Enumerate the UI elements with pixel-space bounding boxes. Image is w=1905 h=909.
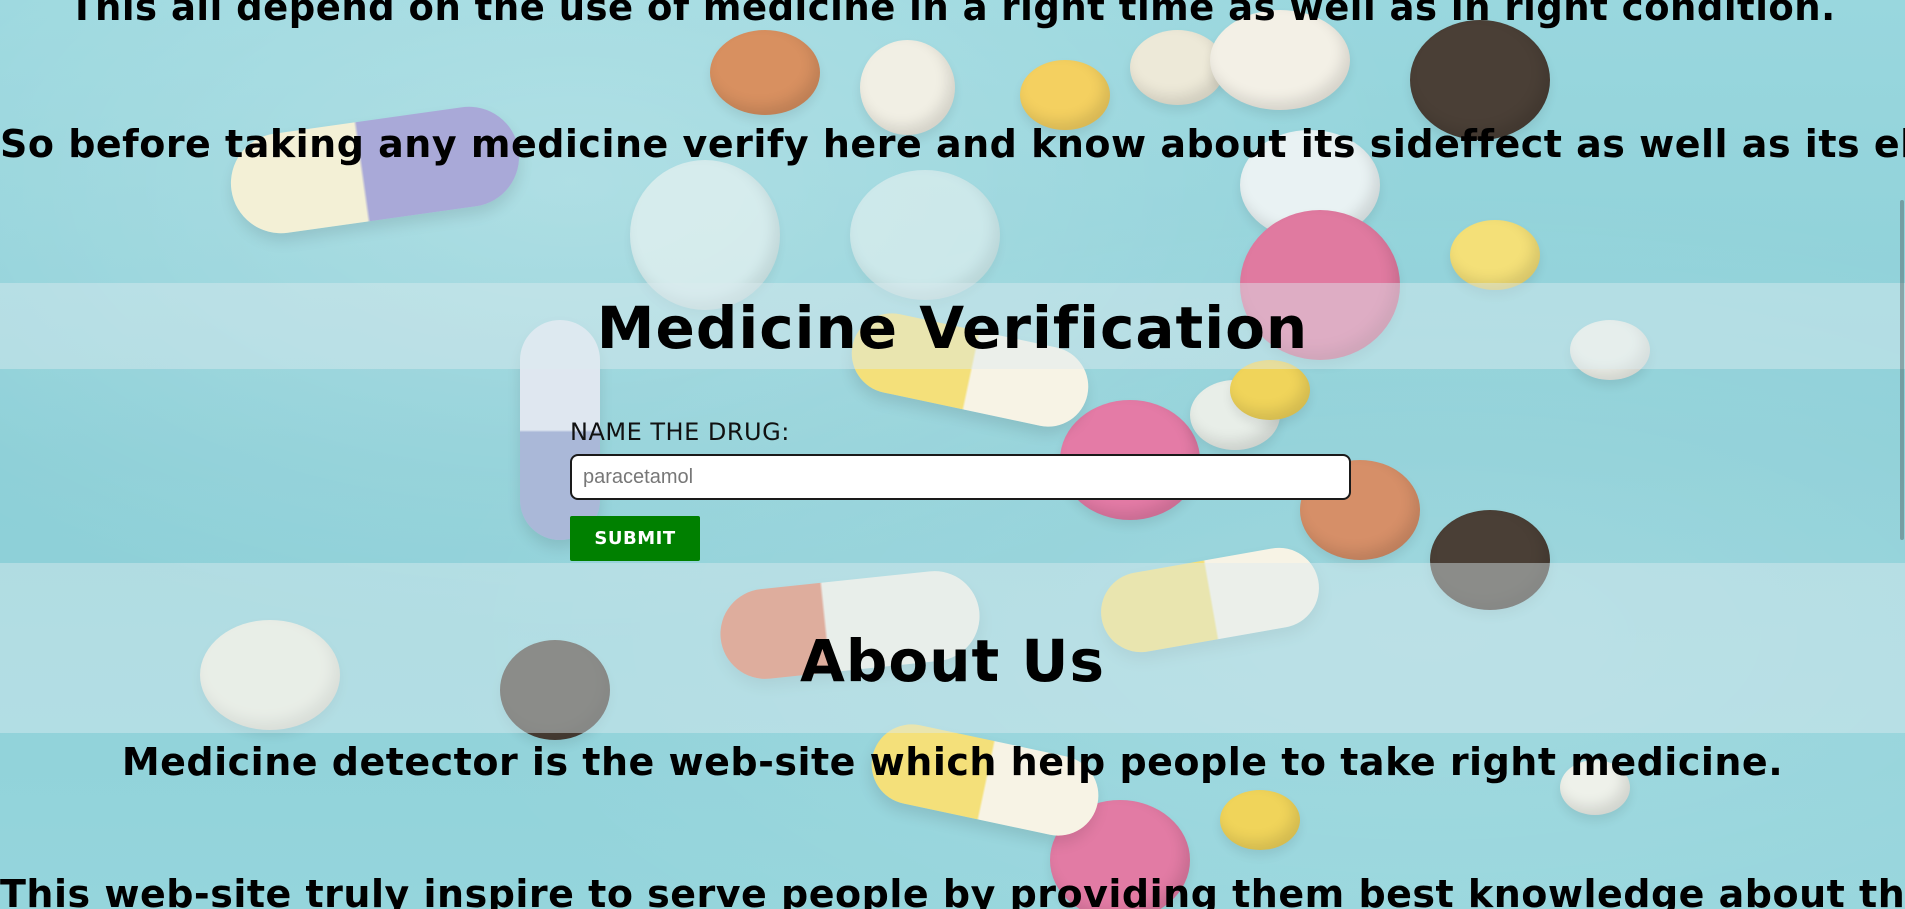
- about-us-title: About Us: [799, 627, 1106, 695]
- page: This all depend on the use of medicine i…: [0, 0, 1905, 909]
- submit-button[interactable]: SUBMIT: [570, 516, 700, 561]
- main-content: This all depend on the use of medicine i…: [0, 0, 1905, 909]
- intro-line-2: So before taking any medicine verify her…: [0, 122, 1905, 166]
- about-line-2: This web-site truly inspire to serve peo…: [0, 872, 1905, 909]
- drug-name-label: NAME THE DRUG:: [570, 418, 790, 446]
- vertical-scrollbar[interactable]: [1895, 0, 1905, 909]
- drug-name-input[interactable]: [570, 454, 1351, 500]
- intro-line-1: This all depend on the use of medicine i…: [69, 0, 1836, 29]
- verification-title: Medicine Verification: [596, 294, 1309, 362]
- about-line-1: Medicine detector is the web-site which …: [121, 740, 1784, 784]
- scrollbar-thumb[interactable]: [1900, 200, 1904, 540]
